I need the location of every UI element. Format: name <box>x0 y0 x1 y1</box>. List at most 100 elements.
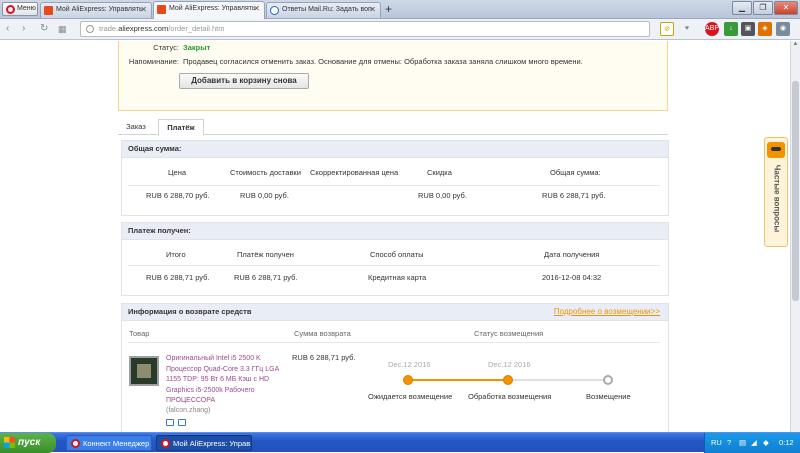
url-path: /order_detail.htm <box>168 24 225 33</box>
faq-widget[interactable]: Частые вопросы <box>764 137 788 247</box>
clock: 0:12 <box>779 438 794 447</box>
product-thumbnail[interactable] <box>129 356 159 386</box>
step-label: Возмещение <box>586 392 631 401</box>
col-adjusted-price: Скорректированная цена <box>310 168 399 177</box>
refund-card-title: Информация о возврате средств Подробнее о… <box>122 304 668 321</box>
browser-menu-button[interactable]: Меню <box>2 2 38 16</box>
discount-value: RUB 0,00 руб. <box>418 191 467 200</box>
reminder-label: Напоминание: <box>128 57 179 66</box>
payment-card-title: Платеж получен: <box>122 223 668 240</box>
network-icon[interactable]: ▤ <box>739 433 746 452</box>
taskbar-item-connect-manager[interactable]: Коннект Менеджер <box>66 435 152 451</box>
col-received-date: Дата получения <box>544 250 600 259</box>
reminder-value: Продавец согласился отменить заказ. Осно… <box>183 57 583 66</box>
refund-info-card: Информация о возврате средств Подробнее о… <box>121 303 669 432</box>
tab-payment[interactable]: Платёж <box>158 119 204 136</box>
refund-details-link[interactable]: Подробнее о возмещении>> <box>554 304 660 320</box>
volume-icon[interactable]: ◢ <box>751 433 757 452</box>
new-tab-button[interactable]: + <box>385 2 392 16</box>
tab-mail-answers[interactable]: Ответы Mail.Ru: Задать воп ✕ <box>266 2 381 18</box>
refund-amount-value: RUB 6 288,71 руб. <box>292 353 356 362</box>
price-value: RUB 6 288,70 руб. <box>146 191 210 200</box>
start-label: пуск <box>18 437 41 448</box>
taskbar-item-label: Коннект Менеджер <box>83 439 150 448</box>
url-input[interactable]: trade.aliexpress.com/order_detail.htm <box>80 21 650 37</box>
security-icon[interactable]: ◆ <box>763 433 769 452</box>
close-tab-icon[interactable]: ✕ <box>253 2 260 16</box>
back-arrow-icon[interactable]: ‹ <box>6 22 9 36</box>
tab-aliexpress-1[interactable]: Мой AliExpress: Управлять ✕ <box>40 2 152 18</box>
page-content: Статус: Закрыт Напоминание: Продавец сог… <box>0 41 790 432</box>
extension-icon[interactable]: ◈ <box>758 22 772 36</box>
adblock-plus-icon[interactable]: ABP <box>705 22 719 36</box>
start-button[interactable]: пуск <box>0 433 56 453</box>
globe-icon <box>86 25 94 33</box>
speed-dial-icon[interactable]: ▦ <box>58 22 67 36</box>
minimize-icon[interactable]: ▁ <box>732 1 752 15</box>
step-label: Ожидается возмещение <box>368 392 453 401</box>
system-tray: RU ? ▤ ◢ ◆ 0:12 <box>704 433 800 453</box>
windows-logo-icon <box>4 437 15 448</box>
payment-received-card: Платеж получен: Итого Платёж получен Спо… <box>121 222 669 296</box>
help-tray-icon[interactable]: ? <box>727 433 731 452</box>
url-domain: aliexpress.com <box>118 24 169 33</box>
close-window-icon[interactable]: ✕ <box>774 1 798 15</box>
order-tabs: Заказ Платёж <box>118 117 668 136</box>
order-status-notice: Статус: Закрыт Напоминание: Продавец сог… <box>118 41 668 111</box>
opera-logo-icon <box>161 439 170 448</box>
aliexpress-favicon-icon <box>157 5 166 14</box>
col-refund-amount: Сумма возврата <box>294 329 351 338</box>
col-refund-status: Статус возмещения <box>474 329 544 338</box>
col-price: Цена <box>168 168 187 177</box>
tab-order[interactable]: Заказ <box>118 119 154 135</box>
adblock-block-icon[interactable]: ⊘ <box>660 22 674 36</box>
status-label: Статус: <box>153 43 179 52</box>
url-prefix: trade. <box>99 24 119 33</box>
col-total: Общая сумма: <box>550 168 601 177</box>
col-shipping: Стоимость доставки <box>230 168 301 177</box>
step-date: Dec.12 2016 <box>488 360 531 369</box>
aliexpress-favicon-icon <box>44 6 53 15</box>
extension-icon[interactable]: ◉ <box>776 22 790 36</box>
tab-label: Ответы Mail.Ru: Задать воп <box>282 6 372 13</box>
tab-label: Мой AliExpress: Управлять <box>56 6 143 13</box>
taskbar-item-browser[interactable]: Мой AliExpress: Управ... <box>156 435 252 451</box>
forward-arrow-icon[interactable]: › <box>22 22 25 36</box>
subtotal-value: RUB 6 288,71 руб. <box>146 273 210 282</box>
total-amount-card: Общая сумма: Цена Стоимость доставки Ско… <box>121 140 669 216</box>
divider <box>128 185 660 186</box>
photo-icon[interactable] <box>178 419 186 426</box>
taskbar-item-label: Мой AliExpress: Управ... <box>173 439 252 448</box>
close-tab-icon[interactable]: ✕ <box>369 3 376 17</box>
language-indicator[interactable]: RU <box>711 433 722 452</box>
refund-progress-remaining <box>508 379 608 381</box>
menu-label: Меню <box>17 5 36 12</box>
windows-taskbar: пуск Коннект Менеджер Мой AliExpress: Уп… <box>0 432 800 453</box>
tab-aliexpress-2[interactable]: Мой AliExpress: Управлять ✕ <box>153 1 265 19</box>
bookmark-heart-icon[interactable]: ♥ <box>680 22 694 36</box>
col-payment-method: Способ оплаты <box>370 250 424 259</box>
product-title-link[interactable]: Оригинальный Intel i5 2500 K Процессор Q… <box>166 354 288 407</box>
step-dot-done <box>403 375 413 385</box>
payment-received-value: RUB 6 288,71 руб. <box>234 273 298 282</box>
add-to-cart-again-button[interactable]: Добавить в корзину снова <box>179 73 309 89</box>
reload-icon[interactable]: ↻ <box>40 22 48 36</box>
step-date: Dec.12 2016 <box>388 360 431 369</box>
scroll-thumb[interactable] <box>792 81 799 301</box>
divider <box>128 265 660 266</box>
address-toolbar: ‹ › ↻ ▦ trade.aliexpress.com/order_detai… <box>0 19 800 40</box>
photo-icon[interactable] <box>166 419 174 426</box>
vertical-scrollbar[interactable]: ▲ <box>790 41 800 432</box>
faq-label: Частые вопросы <box>772 164 782 233</box>
browser-tab-bar: Меню Мой AliExpress: Управлять ✕ Мой AliE… <box>0 0 800 19</box>
help-robot-icon <box>767 142 785 158</box>
close-tab-icon[interactable]: ✕ <box>140 3 147 17</box>
maximize-icon[interactable]: ❐ <box>753 1 773 15</box>
total-card-title: Общая сумма: <box>122 141 668 158</box>
extension-icon[interactable]: ▣ <box>741 22 755 36</box>
col-subtotal: Итого <box>166 250 186 259</box>
status-value: Закрыт <box>183 43 211 52</box>
col-discount: Скидка <box>427 168 452 177</box>
scroll-up-icon[interactable]: ▲ <box>791 41 800 50</box>
download-icon[interactable]: ↓ <box>724 22 738 36</box>
